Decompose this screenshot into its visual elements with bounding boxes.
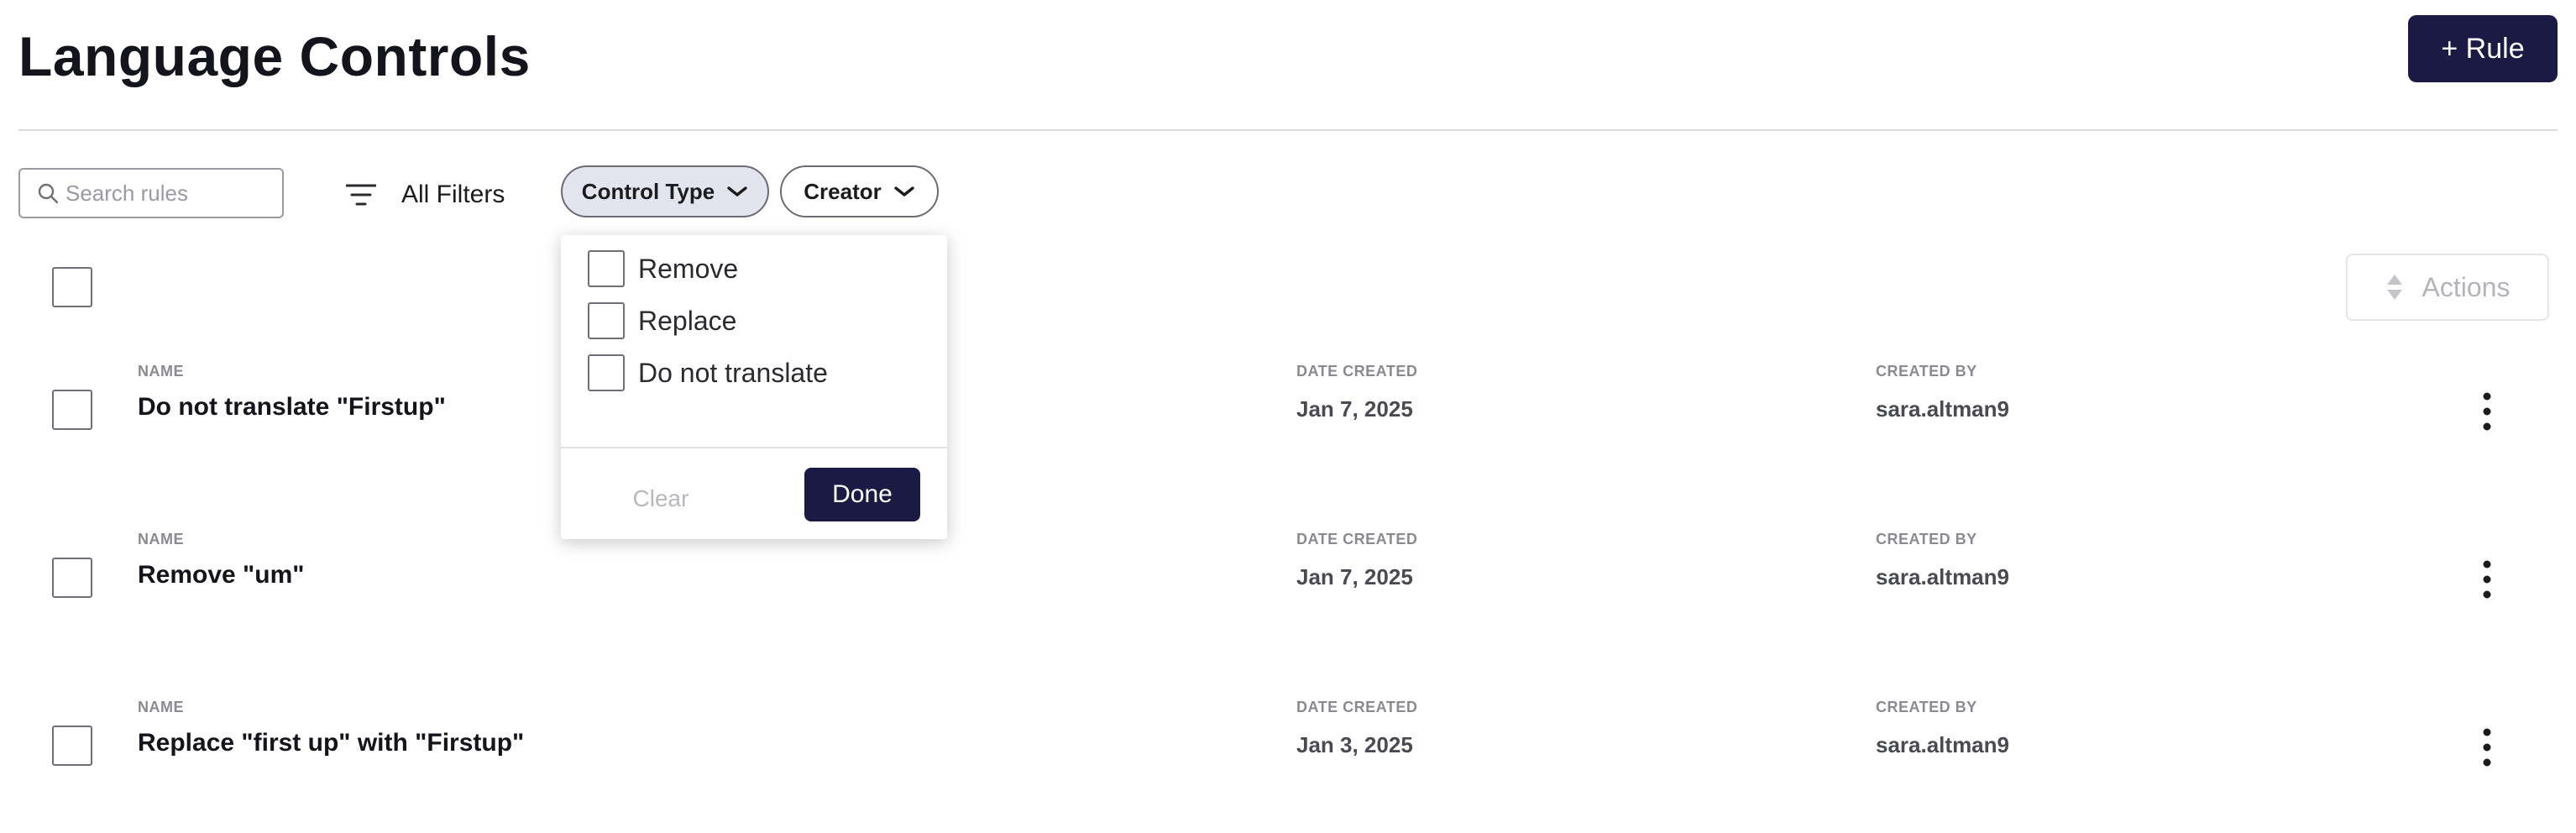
- row-checkbox[interactable]: [52, 558, 92, 598]
- control-type-dropdown: Remove Replace Do not translate Clear Do…: [561, 235, 947, 539]
- chevron-down-icon: [894, 186, 914, 196]
- column-label-date: DATE CREATED: [1296, 699, 1418, 715]
- row-menu-button[interactable]: [2470, 722, 2504, 773]
- add-rule-button[interactable]: + Rule: [2408, 15, 2558, 82]
- column-label-date: DATE CREATED: [1296, 531, 1418, 547]
- column-label-creator: CREATED BY: [1876, 363, 1977, 380]
- dropdown-option-replace[interactable]: Replace: [588, 301, 736, 341]
- column-label-name: NAME: [138, 363, 184, 380]
- dropdown-checkbox[interactable]: [588, 250, 625, 287]
- row-menu-button[interactable]: [2470, 554, 2504, 605]
- row-checkbox[interactable]: [52, 726, 92, 766]
- created-by: sara.altman9: [1876, 732, 2009, 757]
- table-row: NAME DATE CREATED CREATED BY Remove "um"…: [0, 531, 2576, 631]
- rule-name[interactable]: Do not translate "Firstup": [138, 393, 446, 422]
- done-button[interactable]: Done: [804, 468, 920, 521]
- dropdown-option-do-not-translate[interactable]: Do not translate: [588, 353, 828, 393]
- control-type-chip[interactable]: Control Type: [561, 165, 769, 217]
- row-menu-button[interactable]: [2470, 386, 2504, 437]
- filter-icon: [346, 184, 376, 206]
- dropdown-divider: [561, 447, 947, 448]
- clear-button[interactable]: Clear: [615, 474, 707, 524]
- column-label-name: NAME: [138, 531, 184, 547]
- select-all-checkbox[interactable]: [52, 267, 92, 307]
- rule-name[interactable]: Replace "first up" with "Firstup": [138, 729, 524, 757]
- dropdown-checkbox[interactable]: [588, 354, 625, 391]
- row-checkbox[interactable]: [52, 390, 92, 430]
- search-input[interactable]: [64, 179, 285, 207]
- creator-chip[interactable]: Creator: [780, 165, 939, 217]
- chevron-down-icon: [727, 186, 747, 196]
- kebab-menu-icon: [2483, 728, 2491, 767]
- table-row: NAME DATE CREATED CREATED BY Do not tran…: [0, 363, 2576, 464]
- column-label-creator: CREATED BY: [1876, 699, 1977, 715]
- kebab-menu-icon: [2483, 392, 2491, 431]
- created-by: sara.altman9: [1876, 396, 2009, 422]
- created-by: sara.altman9: [1876, 564, 2009, 589]
- dropdown-option-label: Replace: [638, 305, 737, 336]
- search-icon: [38, 183, 59, 204]
- all-filters-label: All Filters: [401, 181, 505, 208]
- creator-chip-label: Creator: [804, 178, 882, 204]
- all-filters-button[interactable]: All Filters: [346, 170, 505, 220]
- date-created: Jan 7, 2025: [1296, 564, 1413, 589]
- actions-label: Actions: [2422, 271, 2511, 302]
- sort-icon: [2386, 275, 2402, 300]
- control-type-chip-label: Control Type: [581, 178, 715, 204]
- date-created: Jan 7, 2025: [1296, 396, 1413, 422]
- dropdown-option-label: Do not translate: [638, 357, 828, 388]
- search-box[interactable]: [18, 168, 285, 218]
- actions-button[interactable]: Actions: [2346, 254, 2549, 321]
- kebab-menu-icon: [2483, 560, 2491, 599]
- column-label-name: NAME: [138, 699, 184, 715]
- date-created: Jan 3, 2025: [1296, 732, 1413, 757]
- dropdown-checkbox[interactable]: [588, 302, 625, 339]
- rule-name[interactable]: Remove "um": [138, 561, 305, 589]
- dropdown-option-remove[interactable]: Remove: [588, 249, 738, 289]
- table-row: NAME DATE CREATED CREATED BY Replace "fi…: [0, 699, 2576, 799]
- dropdown-option-label: Remove: [638, 253, 739, 284]
- column-label-date: DATE CREATED: [1296, 363, 1418, 380]
- header-divider: [18, 129, 2558, 131]
- page-title: Language Controls: [18, 25, 531, 87]
- column-label-creator: CREATED BY: [1876, 531, 1977, 547]
